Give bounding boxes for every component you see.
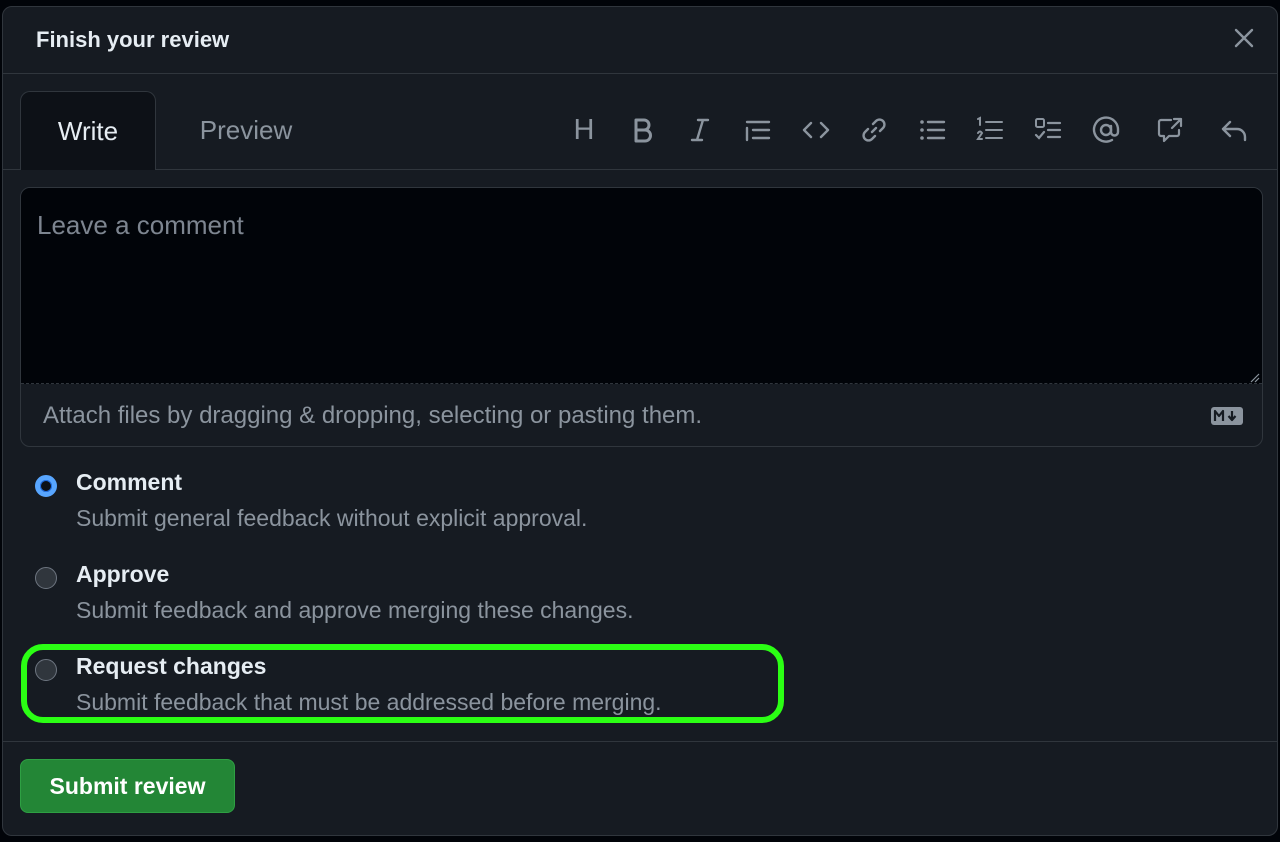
submit-review-button[interactable]: Submit review [20, 759, 235, 813]
link-icon[interactable] [857, 113, 891, 147]
option-description: Submit feedback and approve merging thes… [76, 597, 634, 623]
quote-icon[interactable] [741, 113, 775, 147]
cross-reference-icon[interactable] [1153, 113, 1187, 147]
unordered-list-icon[interactable] [915, 113, 949, 147]
attach-files-hint[interactable]: Attach files by dragging & dropping, sel… [43, 402, 702, 430]
radio-comment[interactable] [35, 475, 57, 497]
mention-icon[interactable] [1089, 113, 1123, 147]
comment-editor: Attach files by dragging & dropping, sel… [20, 187, 1263, 447]
heading-glyph: H [573, 113, 595, 146]
tab-write[interactable]: Write [20, 91, 156, 170]
highlight-box [21, 644, 784, 723]
option-title: Approve [76, 561, 170, 587]
option-approve[interactable]: Approve Submit feedback and approve merg… [35, 561, 735, 631]
dialog-footer: Submit review [3, 741, 1277, 842]
close-icon[interactable] [1229, 23, 1259, 53]
comment-textarea[interactable] [21, 188, 1262, 384]
editor-tabbar: Write Preview H [3, 91, 1277, 170]
radio-approve[interactable] [35, 567, 57, 589]
option-description: Submit general feedback without explicit… [76, 505, 588, 531]
code-icon[interactable] [799, 113, 833, 147]
heading-icon[interactable]: H [567, 113, 601, 147]
resize-handle-icon[interactable] [1248, 370, 1260, 383]
markdown-icon[interactable] [1210, 406, 1244, 426]
review-dialog: Finish your review Write Preview H Leave… [2, 6, 1278, 836]
italic-icon[interactable] [683, 113, 717, 147]
saved-reply-icon[interactable] [1217, 113, 1251, 147]
dialog-title: Finish your review [36, 27, 230, 52]
tab-preview[interactable]: Preview [171, 91, 321, 169]
ordered-list-icon[interactable] [973, 113, 1007, 147]
dialog-header: Finish your review [3, 7, 1277, 74]
bold-icon[interactable] [625, 113, 659, 147]
option-comment[interactable]: Comment Submit general feedback without … [35, 469, 735, 539]
task-list-icon[interactable] [1031, 113, 1065, 147]
option-title: Comment [76, 469, 183, 495]
